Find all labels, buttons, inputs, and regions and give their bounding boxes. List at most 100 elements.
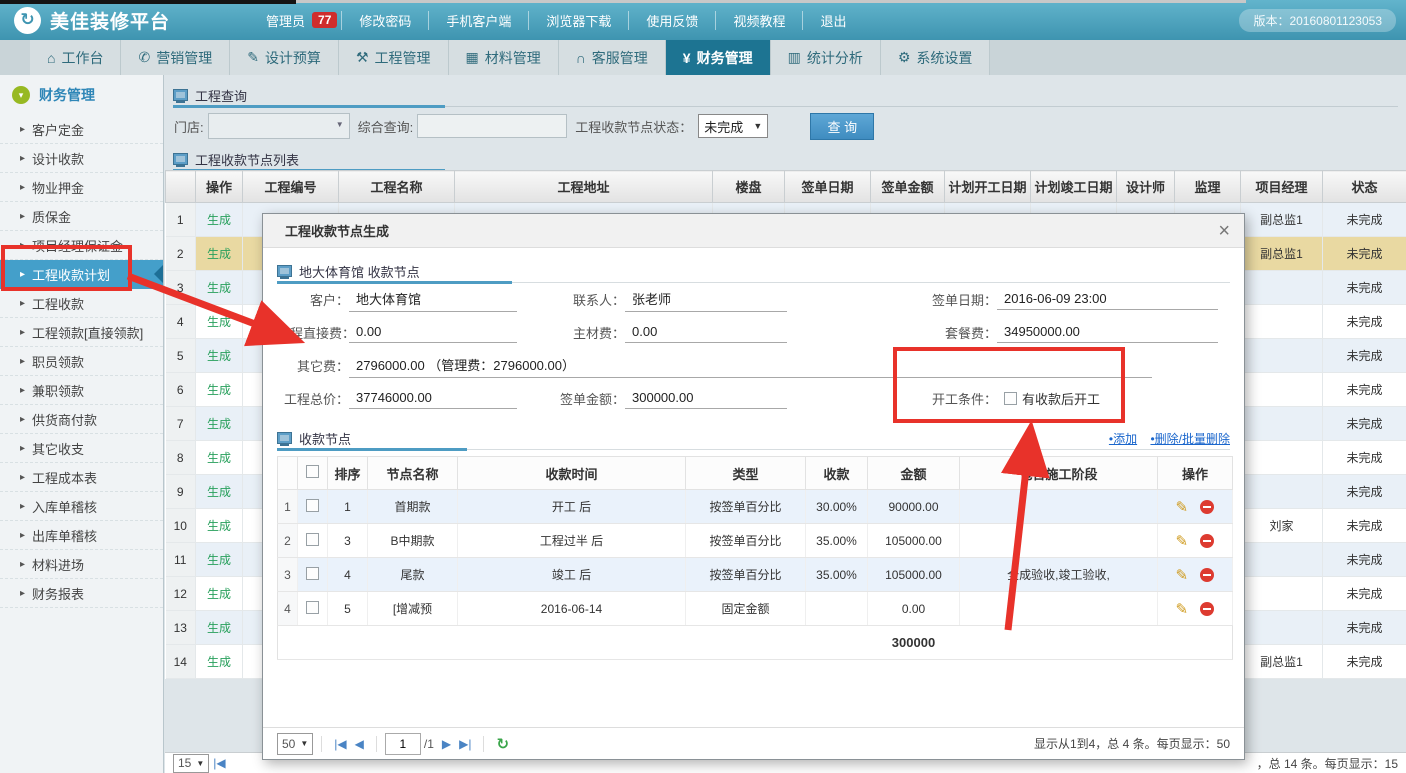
start-condition-checkbox[interactable] (1004, 392, 1017, 405)
sidebar-item[interactable]: ▸ 设计收款 (0, 144, 163, 173)
sidebar-header[interactable]: ▾ 财务管理 (0, 75, 163, 115)
section-title-text: 工程查询 (195, 86, 247, 105)
close-icon[interactable]: × (1218, 221, 1230, 241)
nav-tab-label: 工程管理 (375, 48, 431, 68)
column-header: 金额 (868, 457, 960, 490)
header-menu-item[interactable]: 使用反馈 (628, 11, 715, 30)
first-page-icon[interactable]: |◀ (213, 756, 225, 770)
delete-icon[interactable] (1200, 500, 1214, 514)
sidebar-item[interactable]: ▸ 财务报表 (0, 579, 163, 608)
generate-link[interactable]: 生成 (207, 553, 231, 567)
page-size-select[interactable]: 15 ▼ (173, 754, 209, 773)
caret-right-icon: ▸ (20, 211, 25, 222)
sidebar-item[interactable]: ▸ 职员领款 (0, 347, 163, 376)
generate-link[interactable]: 生成 (207, 315, 231, 329)
row-checkbox[interactable] (306, 499, 319, 512)
generate-link[interactable]: 生成 (207, 281, 231, 295)
other-fee-field[interactable]: 2796000.00 （管理费：2796000.00） (349, 353, 1152, 378)
node-row[interactable]: 1 1 首期款 开工 后 按签单百分比 30.00% 90000.00 ✎ (278, 490, 1233, 524)
direct-fee-field[interactable]: 0.00 (349, 322, 517, 343)
nav-tab[interactable]: ¥ 财务管理 (666, 40, 771, 75)
prev-page-icon[interactable]: ◀ (355, 737, 364, 751)
generate-link[interactable]: 生成 (207, 519, 231, 533)
caret-down-icon: ▼ (753, 121, 762, 131)
edit-icon[interactable]: ✎ (1176, 533, 1189, 550)
last-page-icon[interactable]: ▶| (459, 737, 471, 751)
next-page-icon[interactable]: ▶ (442, 737, 451, 751)
contact-field[interactable]: 张老师 (625, 287, 787, 312)
generate-link[interactable]: 生成 (207, 587, 231, 601)
add-node-link[interactable]: •添加 (1109, 432, 1137, 446)
refresh-icon[interactable]: ↻ (496, 735, 509, 753)
store-select[interactable]: ▼ (208, 113, 350, 139)
edit-icon[interactable]: ✎ (1176, 499, 1189, 516)
edit-icon[interactable]: ✎ (1176, 601, 1189, 618)
sidebar-item[interactable]: ▸ 供货商付款 (0, 405, 163, 434)
sidebar-item[interactable]: ▸ 工程成本表 (0, 463, 163, 492)
sidebar-item[interactable]: ▸ 工程收款计划 (0, 260, 163, 289)
nav-tab[interactable]: ⌂ 工作台 (30, 40, 121, 75)
page-input[interactable] (385, 733, 421, 755)
nav-tab[interactable]: ▦ 材料管理 (449, 40, 559, 75)
header-menu-item[interactable]: 视频教程 (715, 11, 802, 30)
row-checkbox[interactable] (306, 601, 319, 614)
delete-icon[interactable] (1200, 534, 1214, 548)
delete-icon[interactable] (1200, 568, 1214, 582)
generate-link[interactable]: 生成 (207, 485, 231, 499)
sign-date-field[interactable]: 2016-06-09 23:00 (997, 289, 1218, 310)
node-row[interactable]: 3 4 尾款 竣工 后 按签单百分比 35.00% 105000.00 全成验收… (278, 558, 1233, 592)
sidebar-item[interactable]: ▸ 材料进场 (0, 550, 163, 579)
generate-link[interactable]: 生成 (207, 247, 231, 261)
generate-link[interactable]: 生成 (207, 655, 231, 669)
select-all-checkbox[interactable] (306, 465, 319, 478)
user-menu[interactable]: 管理员 77 (266, 11, 337, 30)
delete-icon[interactable] (1200, 602, 1214, 616)
header-menu-item[interactable]: 修改密码 (341, 11, 428, 30)
nav-tab-label: 系统设置 (916, 48, 972, 68)
sidebar-item[interactable]: ▸ 项目经理保证金 (0, 231, 163, 260)
header-menu-item[interactable]: 浏览器下载 (528, 11, 628, 30)
sidebar-item[interactable]: ▸ 其它收支 (0, 434, 163, 463)
total-price-field[interactable]: 37746000.00 (349, 388, 517, 409)
generate-link[interactable]: 生成 (207, 213, 231, 227)
nav-tab[interactable]: ✆ 营销管理 (121, 40, 230, 75)
generate-link[interactable]: 生成 (207, 621, 231, 635)
status-select[interactable]: 未完成 ▼ (698, 114, 768, 138)
material-fee-field[interactable]: 0.00 (625, 322, 787, 343)
notification-badge[interactable]: 77 (312, 12, 337, 28)
modal-header: 工程收款节点生成 × (263, 214, 1244, 248)
sidebar-item[interactable]: ▸ 客户定金 (0, 115, 163, 144)
row-checkbox[interactable] (306, 533, 319, 546)
generate-link[interactable]: 生成 (207, 417, 231, 431)
nav-tab[interactable]: ✎ 设计预算 (230, 40, 339, 75)
generate-link[interactable]: 生成 (207, 383, 231, 397)
sign-amount-field[interactable]: 300000.00 (625, 388, 787, 409)
nav-tab[interactable]: ⚙ 系统设置 (881, 40, 991, 75)
collapse-icon[interactable]: ▾ (12, 86, 30, 104)
delete-node-link[interactable]: •删除/批量删除 (1150, 432, 1230, 446)
generate-link[interactable]: 生成 (207, 349, 231, 363)
node-row[interactable]: 2 3 B中期款 工程过半 后 按签单百分比 35.00% 105000.00 … (278, 524, 1233, 558)
page-size-select[interactable]: 50 ▼ (277, 733, 313, 755)
search-button[interactable]: 查 询 (810, 113, 874, 140)
node-row[interactable]: 4 5 [增减预 2016-06-14 固定金额 0.00 ✎ (278, 592, 1233, 626)
header-menu-item[interactable]: 退出 (802, 11, 863, 30)
header-menu-item[interactable]: 手机客户端 (428, 11, 528, 30)
combo-query-input[interactable] (417, 114, 567, 138)
sidebar-item[interactable]: ▸ 兼职领款 (0, 376, 163, 405)
sidebar-item[interactable]: ▸ 工程收款 (0, 289, 163, 318)
sidebar-item[interactable]: ▸ 物业押金 (0, 173, 163, 202)
nav-tab[interactable]: ▥ 统计分析 (771, 40, 881, 75)
package-fee-field[interactable]: 34950000.00 (997, 322, 1218, 343)
generate-link[interactable]: 生成 (207, 451, 231, 465)
first-page-icon[interactable]: |◀ (334, 737, 346, 751)
nav-tab[interactable]: ⚒ 工程管理 (339, 40, 449, 75)
edit-icon[interactable]: ✎ (1176, 567, 1189, 584)
sidebar-item[interactable]: ▸ 质保金 (0, 202, 163, 231)
nav-tab[interactable]: ∩ 客服管理 (559, 40, 666, 75)
sidebar-item[interactable]: ▸ 入库单稽核 (0, 492, 163, 521)
sidebar-item[interactable]: ▸ 出库单稽核 (0, 521, 163, 550)
customer-field[interactable]: 地大体育馆 (349, 287, 517, 312)
row-checkbox[interactable] (306, 567, 319, 580)
sidebar-item[interactable]: ▸ 工程领款[直接领款] (0, 318, 163, 347)
